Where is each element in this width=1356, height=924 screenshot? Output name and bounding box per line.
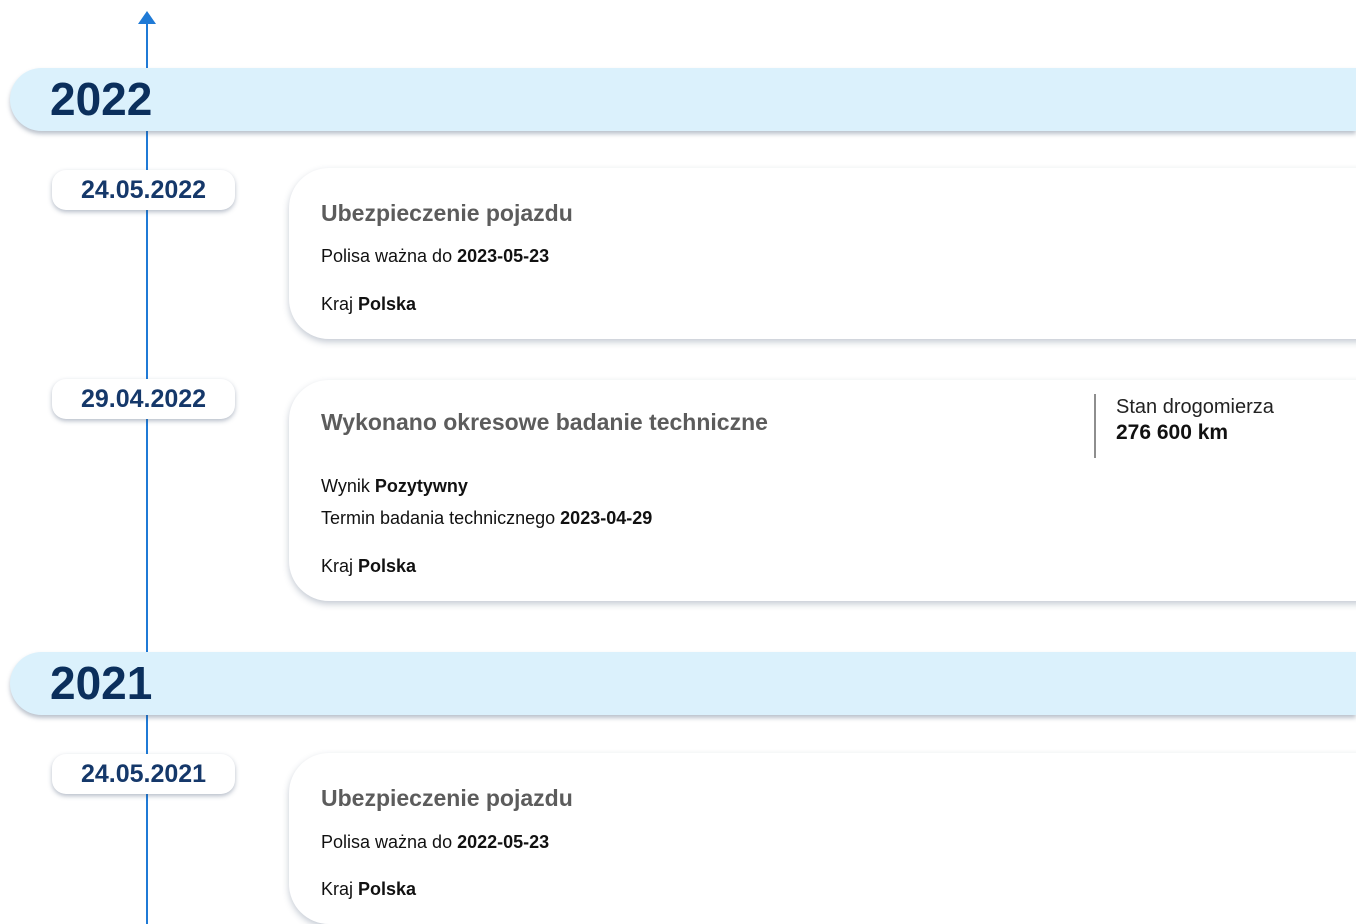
event-date: 24.05.2021 [52,754,235,794]
country-label: Kraj [321,556,354,576]
country-row: Kraj Polska [321,294,416,315]
event-title: Ubezpieczenie pojazdu [321,785,573,811]
result-label: Wynik [321,476,370,496]
event-title: Wykonano okresowe badanie techniczne [321,409,768,435]
policy-label: Polisa ważna do [321,246,453,266]
year-label: 2022 [50,73,153,125]
term-value: 2023-04-29 [560,508,653,528]
result-value: Pozytywny [374,476,468,496]
odometer-value: 276 600 km [1116,421,1229,444]
policy-value: 2023-05-23 [457,246,550,266]
event-card-inspection-2022: Wykonano okresowe badanie techniczne Sta… [289,380,1356,601]
event-date: 29.04.2022 [52,379,235,419]
odometer-label: Stan drogomierza [1116,396,1274,418]
policy-value: 2022-05-23 [457,832,550,852]
country-row: Kraj Polska [321,879,416,900]
year-label: 2021 [50,657,153,709]
arrow-up-icon [138,11,156,24]
country-row: Kraj Polska [321,556,416,577]
result-row: Wynik Pozytywny [321,476,468,497]
event-date: 24.05.2022 [52,170,235,210]
policy-valid-until: Polisa ważna do 2023-05-23 [321,246,549,267]
policy-valid-until: Polisa ważna do 2022-05-23 [321,832,549,853]
country-value: Polska [358,879,417,899]
odometer-reading: Stan drogomierza 276 600 km [1094,394,1274,458]
country-label: Kraj [321,294,354,314]
term-label: Termin badania technicznego [321,508,556,528]
year-header-2021: 2021 [10,652,1356,715]
inspection-term-row: Termin badania technicznego 2023-04-29 [321,508,652,529]
country-value: Polska [358,556,417,576]
year-header-2022: 2022 [10,68,1356,131]
country-label: Kraj [321,879,354,899]
event-card-insurance-2021: Ubezpieczenie pojazdu Polisa ważna do 20… [289,753,1356,924]
event-title: Ubezpieczenie pojazdu [321,200,573,226]
country-value: Polska [358,294,417,314]
policy-label: Polisa ważna do [321,832,453,852]
event-card-insurance-2022: Ubezpieczenie pojazdu Polisa ważna do 20… [289,168,1356,339]
